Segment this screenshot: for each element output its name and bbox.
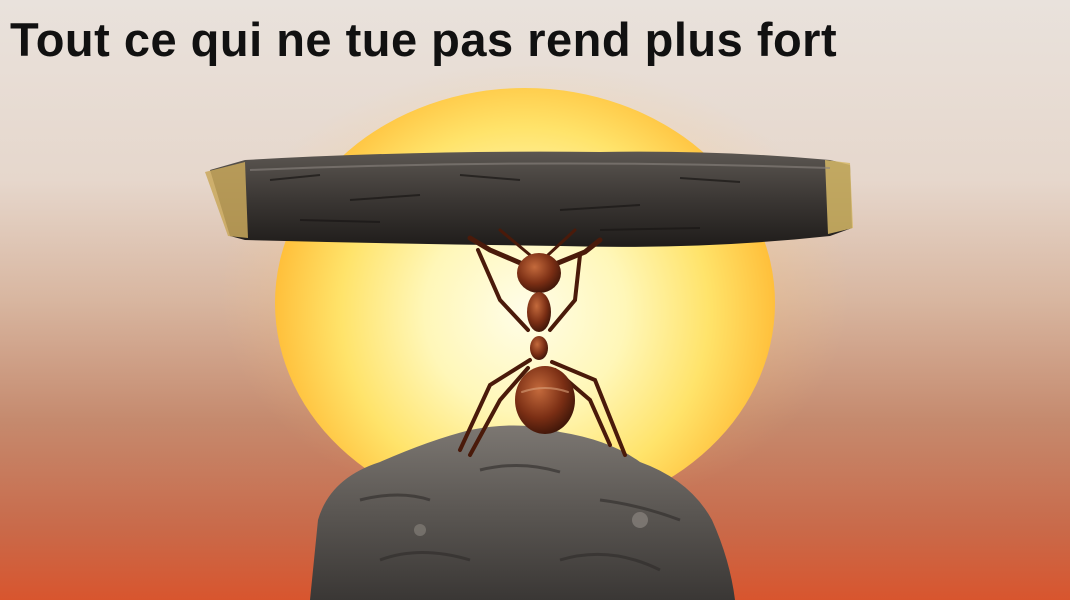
stick (205, 151, 853, 247)
sunset-photo: Tout ce qui ne tue pas rend plus fort (0, 0, 1070, 600)
photo-artwork (205, 151, 853, 600)
caption-title: Tout ce qui ne tue pas rend plus fort (10, 13, 838, 66)
rock (310, 425, 735, 600)
ant (458, 228, 627, 457)
